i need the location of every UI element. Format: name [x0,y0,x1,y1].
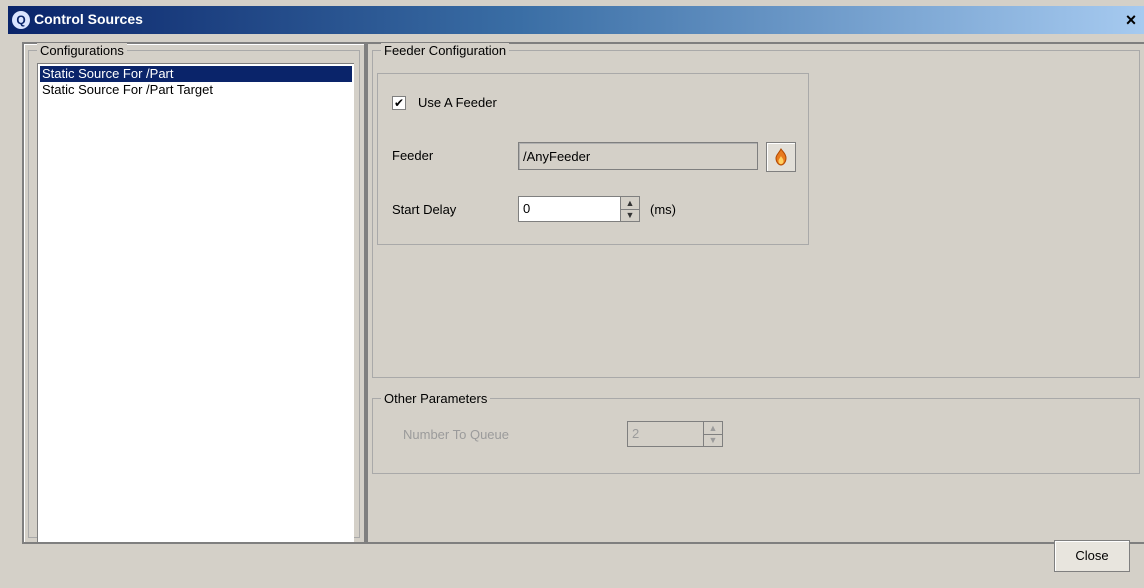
use-feeder-label: Use A Feeder [418,95,497,110]
feeder-field[interactable]: /AnyFeeder [518,142,758,170]
configurations-list[interactable]: Static Source For /Part Static Source Fo… [37,63,354,542]
start-delay-value: 0 [523,201,531,216]
use-feeder-checkbox[interactable]: ✔ [392,96,406,110]
list-item[interactable]: Static Source For /Part [40,66,352,82]
list-item[interactable]: Static Source For /Part Target [40,82,352,98]
number-to-queue-stepper[interactable]: 2 ▲ ▼ [627,421,723,447]
start-delay-stepper[interactable]: 0 ▲ ▼ [518,196,640,222]
configurations-groupbox: Configurations Static Source For /Part S… [28,43,360,542]
feeder-label: Feeder [392,148,434,163]
feeder-browse-button[interactable] [766,142,796,172]
other-parameters-label: Other Parameters [381,391,491,406]
feeder-configuration-groupbox: Feeder Configuration ✔ Use A Feeder Feed… [372,43,1140,378]
spin-down-icon[interactable]: ▼ [704,434,722,446]
spin-down-icon[interactable]: ▼ [621,209,639,221]
feeder-configuration-label: Feeder Configuration [381,43,510,58]
number-to-queue-spin[interactable]: ▲ ▼ [703,422,722,446]
close-button[interactable]: Close [1054,540,1130,572]
start-delay-label: Start Delay [392,202,457,217]
control-sources-window: Q Control Sources × Configurations Stati… [8,6,1144,588]
number-to-queue-label: Number To Queue [403,427,509,442]
start-delay-unit: (ms) [650,202,676,217]
close-icon[interactable]: × [1120,9,1142,31]
details-panel: Feeder Configuration ✔ Use A Feeder Feed… [366,42,1144,544]
window-title: Control Sources [34,11,143,27]
feeder-settings-box: ✔ Use A Feeder Feeder /AnyFeeder Start D… [377,73,809,245]
start-delay-spin[interactable]: ▲ ▼ [620,197,639,221]
configurations-panel: Configurations Static Source For /Part S… [22,42,366,544]
title-bar[interactable]: Q Control Sources × [8,6,1144,34]
number-to-queue-value: 2 [632,426,640,441]
other-parameters-groupbox: Other Parameters Number To Queue 2 ▲ ▼ [372,391,1140,474]
configurations-label: Configurations [37,43,127,58]
app-icon: Q [12,11,30,29]
flame-icon [775,148,787,166]
